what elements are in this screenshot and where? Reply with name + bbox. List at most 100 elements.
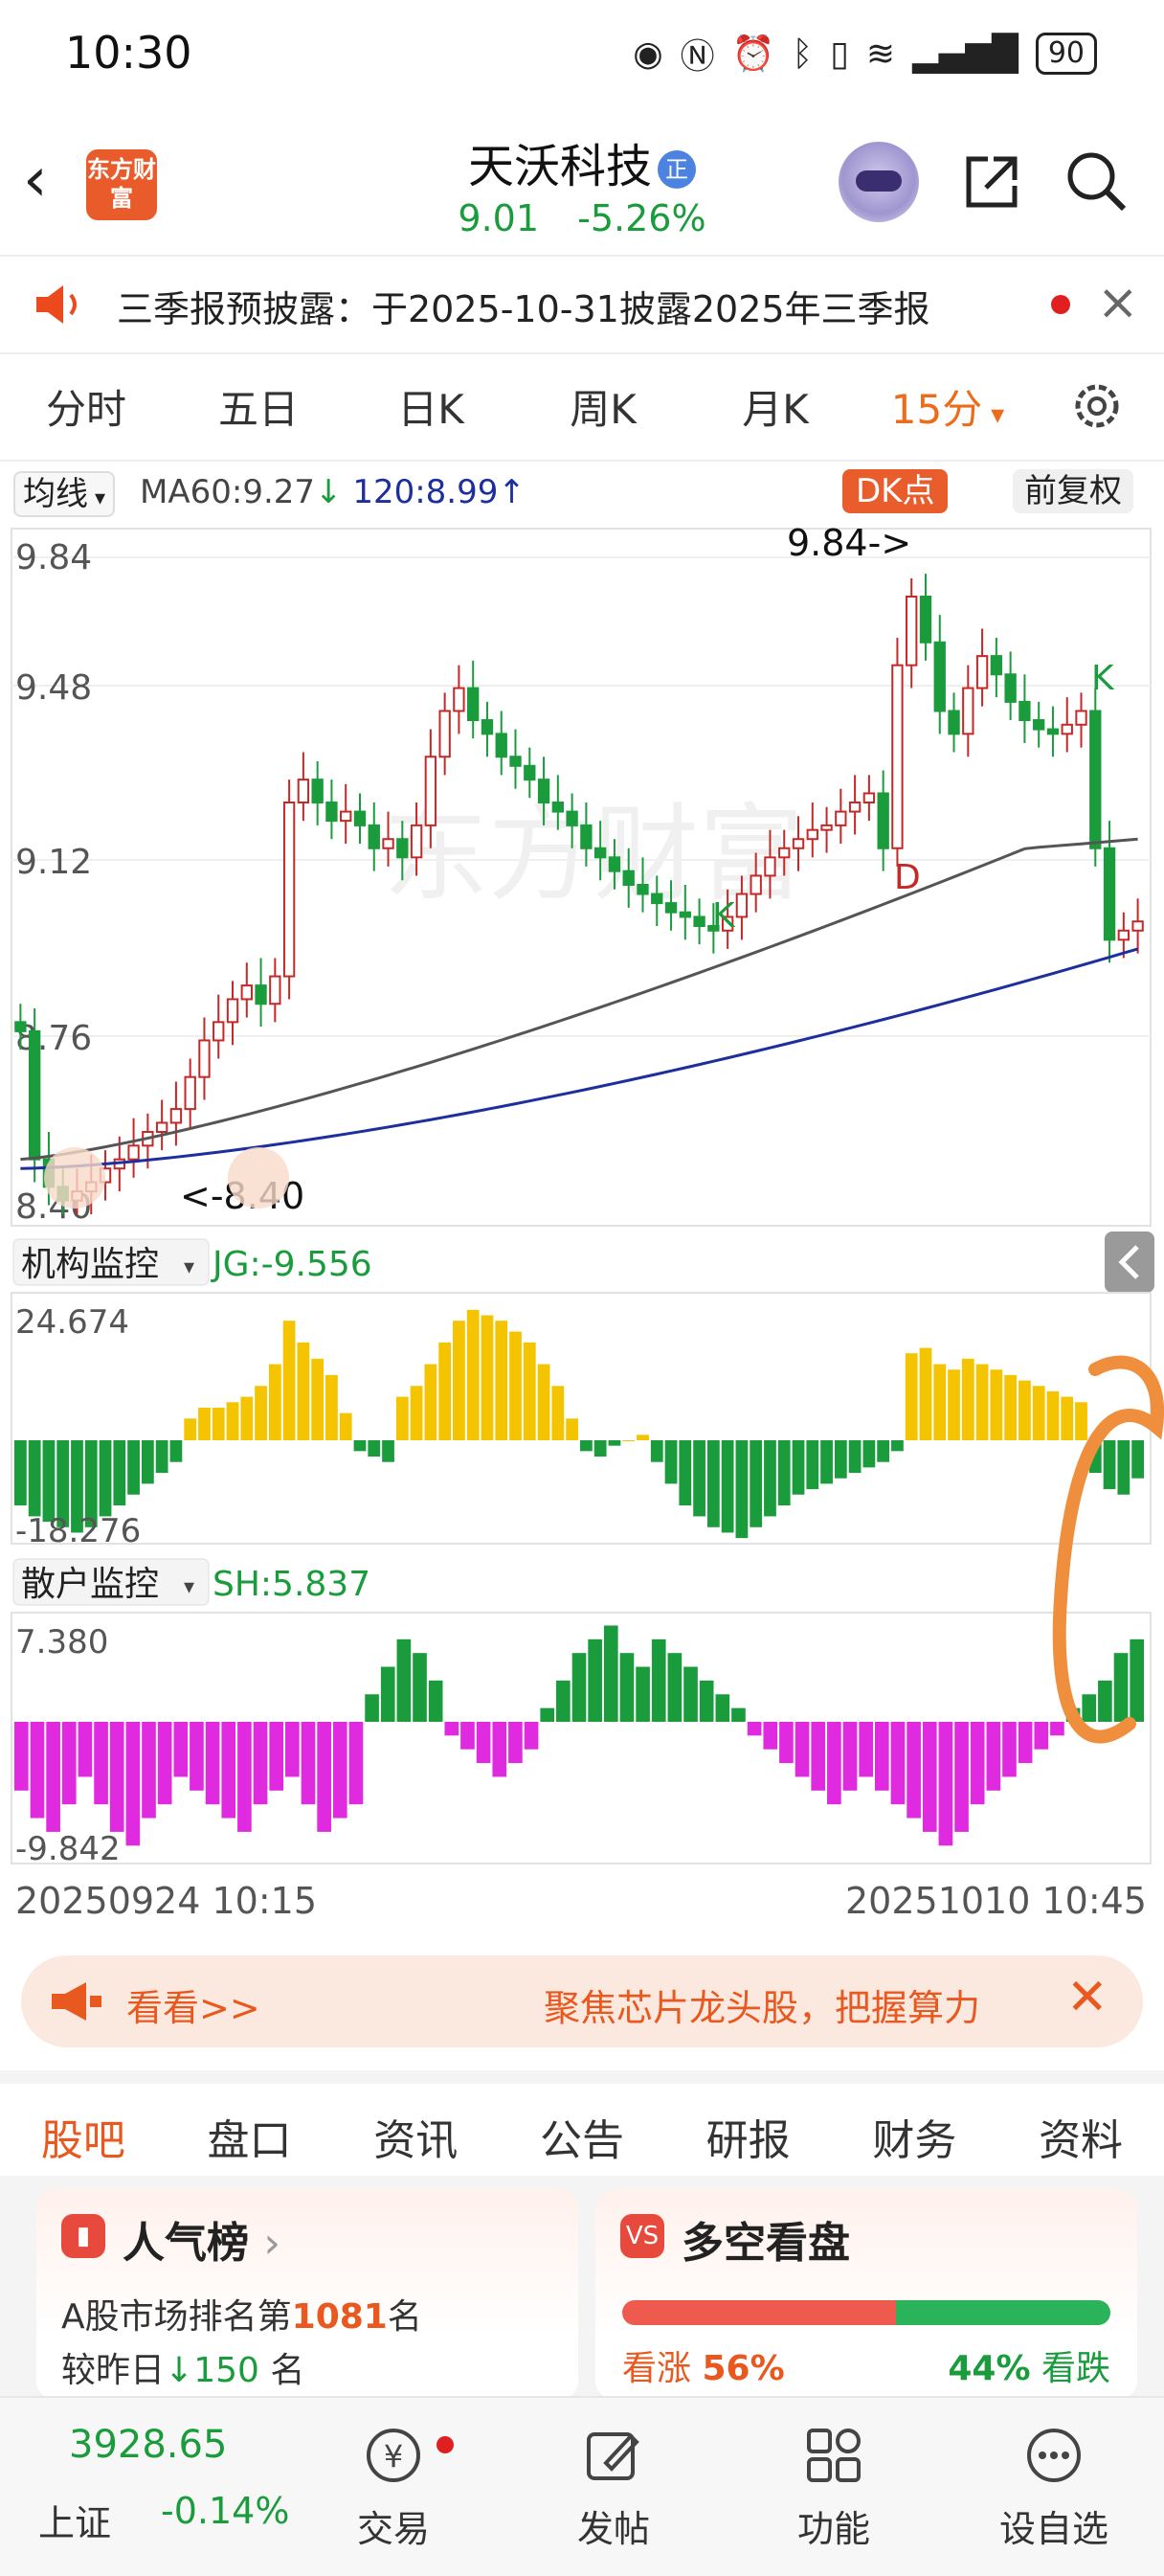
tab-wuri[interactable]: 五日 xyxy=(172,377,345,436)
indicator-bar xyxy=(975,1364,989,1440)
close-icon[interactable]: ✕ xyxy=(1066,1969,1108,2026)
candle xyxy=(551,802,565,813)
indicator-bar xyxy=(806,1440,819,1490)
indicator-bar xyxy=(1050,1722,1064,1736)
indicator-bar xyxy=(240,1396,254,1440)
indicator-bar xyxy=(1082,1694,1097,1722)
indicator-bar xyxy=(353,1440,367,1452)
candle xyxy=(792,838,805,849)
indicator-bar xyxy=(169,1440,183,1462)
tab-yanbao[interactable]: 研报 xyxy=(706,2106,791,2167)
indicator-bar xyxy=(922,1722,937,1832)
indicator-bar xyxy=(301,1722,316,1805)
indicator-bar xyxy=(735,1440,749,1539)
tab-fenshi[interactable]: 分时 xyxy=(0,377,172,436)
candle xyxy=(593,847,607,859)
indicator-bar xyxy=(155,1440,168,1474)
dk-point-button[interactable]: DK点 xyxy=(842,469,949,513)
candle xyxy=(806,828,818,841)
candle xyxy=(580,824,593,849)
tab-guba[interactable]: 股吧 xyxy=(41,2106,125,2190)
search-icon[interactable] xyxy=(1063,147,1130,215)
expand-icon[interactable] xyxy=(228,1147,289,1209)
ma-type-selector[interactable]: 均线 ▾ xyxy=(13,471,116,517)
candle xyxy=(637,884,649,895)
indicator-bar xyxy=(339,1412,352,1440)
candle xyxy=(325,802,338,823)
indicator-bar xyxy=(297,1342,310,1440)
tab-15min[interactable]: 15分 xyxy=(862,377,1034,436)
indicator-bar xyxy=(268,1364,281,1440)
candle xyxy=(169,1108,183,1124)
stock-header: ‹ 东方财富 天沃科技正 9.01 -5.26% xyxy=(0,115,1164,255)
candle xyxy=(495,733,507,758)
indicator-bar xyxy=(1061,1396,1074,1440)
indicator-bar xyxy=(764,1440,776,1517)
indicator-bar xyxy=(683,1666,698,1722)
ai-assistant-icon[interactable] xyxy=(839,142,919,222)
indicator-bar xyxy=(842,1722,858,1791)
tab-zhouk[interactable]: 周K xyxy=(517,377,689,436)
candle xyxy=(679,911,691,918)
collapse-arrow-icon[interactable] xyxy=(1105,1232,1154,1293)
promo-left-text: 看看>> xyxy=(126,1987,260,2029)
indicator-bar xyxy=(221,1722,236,1819)
svg-text:▾: ▾ xyxy=(184,1575,194,1599)
expand-left-icon[interactable] xyxy=(44,1147,105,1209)
bluetooth-icon: ᛒ xyxy=(792,34,814,74)
adjust-button[interactable]: 前复权 xyxy=(1013,469,1133,513)
tab-gonggao[interactable]: 公告 xyxy=(540,2106,624,2167)
indicator-bar xyxy=(1098,1680,1112,1722)
candle xyxy=(297,779,310,804)
candle xyxy=(368,824,380,849)
tab-rik[interactable]: 日K xyxy=(345,377,517,436)
indicator-bar xyxy=(792,1440,805,1495)
announcement-bar[interactable]: 三季报预披露：于2025-10-31披露2025年三季报 × xyxy=(0,255,1164,354)
indicator-bar xyxy=(109,1722,124,1832)
nav-functions[interactable]: 功能 xyxy=(762,2417,906,2552)
indicator-bar xyxy=(365,1694,379,1722)
nav-post[interactable]: 发帖 xyxy=(542,2417,685,2552)
share-icon[interactable] xyxy=(959,149,1024,215)
jg-min: -18.276 xyxy=(15,1512,141,1550)
indicator-bar xyxy=(862,1440,876,1468)
indicator-bar xyxy=(777,1440,791,1506)
indicator-bar xyxy=(905,1353,918,1440)
indicator-bar xyxy=(1034,1722,1049,1750)
kline-chart[interactable]: 东方财富 9.84 9.48 9.12 8.76 8.40 9.84-> <-8… xyxy=(0,527,1164,1925)
candle xyxy=(1089,710,1102,849)
nav-add-watchlist[interactable]: 设自选 xyxy=(982,2417,1126,2552)
popularity-card[interactable]: ▮ 人气榜 › A股市场排名第1081名 较昨日↓150 名 xyxy=(36,2189,578,2400)
indicator-bar xyxy=(212,1407,225,1440)
bull-bear-card[interactable]: VS 多空看盘 看涨 56% 44% 看跌 xyxy=(595,2189,1137,2400)
tab-zixun[interactable]: 资讯 xyxy=(373,2106,458,2167)
index-change[interactable]: -0.14% xyxy=(161,2490,289,2532)
close-icon[interactable]: × xyxy=(1097,274,1139,331)
indicator-bar xyxy=(157,1722,172,1805)
index-value[interactable]: 3928.65 xyxy=(69,2423,227,2467)
indicator-bar xyxy=(1046,1390,1060,1440)
candle xyxy=(919,596,932,644)
tab-yuek[interactable]: 月K xyxy=(689,377,862,436)
tab-pankou[interactable]: 盘口 xyxy=(208,2106,292,2167)
indicator-bar xyxy=(890,1722,906,1805)
indicator-bar xyxy=(637,1435,649,1440)
indicator-bar xyxy=(396,1638,412,1722)
battery-icon: 90 xyxy=(1035,33,1097,75)
indicator-bar xyxy=(948,1369,960,1440)
indicator-bar xyxy=(603,1625,618,1722)
indicator-bar xyxy=(413,1653,427,1722)
indicator-bar xyxy=(1018,1722,1033,1764)
candle xyxy=(975,655,989,689)
indicator-bar xyxy=(811,1722,826,1791)
tab-caiwu[interactable]: 财务 xyxy=(872,2106,956,2167)
candle xyxy=(862,792,876,804)
promo-banner[interactable]: 看看>> 聚焦芯片龙头股，把握算力 ✕ xyxy=(21,1955,1143,2047)
indicator-bar xyxy=(253,1722,268,1805)
bear-label: 44% 看跌 xyxy=(948,2349,1110,2388)
candle xyxy=(608,856,621,872)
gear-icon[interactable] xyxy=(1068,377,1126,435)
index-name[interactable]: 上证 xyxy=(38,2494,111,2546)
tab-ziliao[interactable]: 资料 xyxy=(1039,2106,1123,2167)
indicator-bar xyxy=(954,1722,969,1832)
